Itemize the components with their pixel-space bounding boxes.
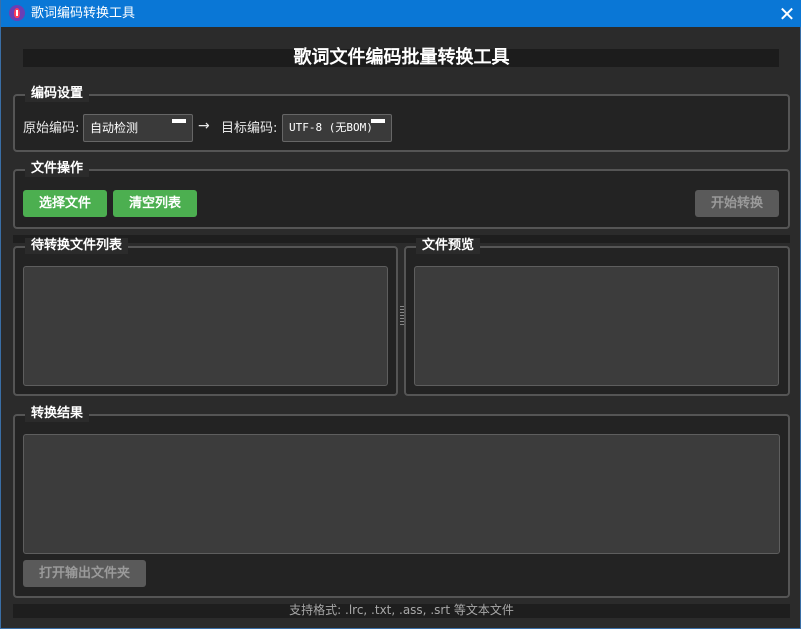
splitter-handle-top [13,235,790,243]
preview-title: 文件预览 [416,238,481,254]
dropdown-arrow-icon [371,119,385,123]
file-ops-title: 文件操作 [25,161,90,177]
arrow-icon: → [198,118,210,134]
close-icon[interactable]: ✕ [772,0,801,27]
source-encoding-select[interactable]: 自动检测 [83,114,193,142]
app-window: 歌词编码转换工具 ✕ 歌词文件编码批量转换工具 编码设置 原始编码: 自动检测 … [0,0,801,629]
results-title: 转换结果 [25,406,90,422]
target-encoding-value: UTF-8 (无BOM) [289,121,373,134]
page-title: 歌词文件编码批量转换工具 [293,47,510,68]
results-group: 转换结果 打开输出文件夹 [13,406,790,598]
source-encoding-value: 自动检测 [90,121,139,135]
preview-group: 文件预览 [404,238,790,396]
open-output-folder-button[interactable]: 打开输出文件夹 [23,560,146,587]
encoding-settings-title: 编码设置 [25,86,90,102]
target-encoding-label: 目标编码: [221,121,278,136]
file-ops-group: 文件操作 选择文件 清空列表 开始转换 [13,161,790,229]
target-encoding-select[interactable]: UTF-8 (无BOM) [282,114,392,142]
pending-file-list[interactable] [23,266,388,386]
encoding-settings-group: 编码设置 原始编码: 自动检测 → 目标编码: UTF-8 (无BOM) [13,86,790,152]
app-icon [9,5,25,21]
title-bar: 歌词编码转换工具 ✕ [1,0,801,27]
window-title: 歌词编码转换工具 [31,6,136,21]
start-convert-button[interactable]: 开始转换 [695,190,779,217]
pending-list-title: 待转换文件列表 [25,238,129,254]
status-text: 支持格式: .lrc, .txt, .ass, .srt 等文本文件 [289,603,514,617]
select-files-button[interactable]: 选择文件 [23,190,107,217]
clear-list-button[interactable]: 清空列表 [113,190,197,217]
source-encoding-label: 原始编码: [23,121,80,136]
results-log-area[interactable] [23,434,780,554]
file-preview-area[interactable] [414,266,779,386]
dropdown-arrow-icon [172,119,186,123]
pending-list-group: 待转换文件列表 [13,238,398,396]
